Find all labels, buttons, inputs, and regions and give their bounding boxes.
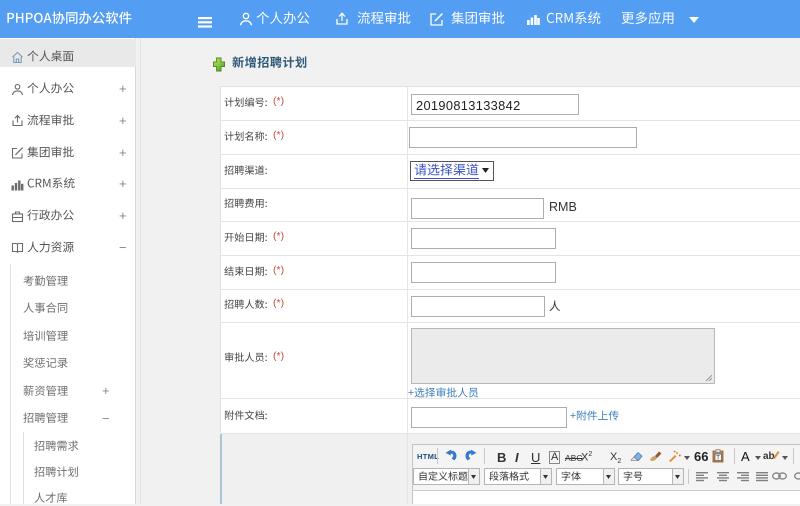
svg-text:T: T: [716, 456, 720, 462]
